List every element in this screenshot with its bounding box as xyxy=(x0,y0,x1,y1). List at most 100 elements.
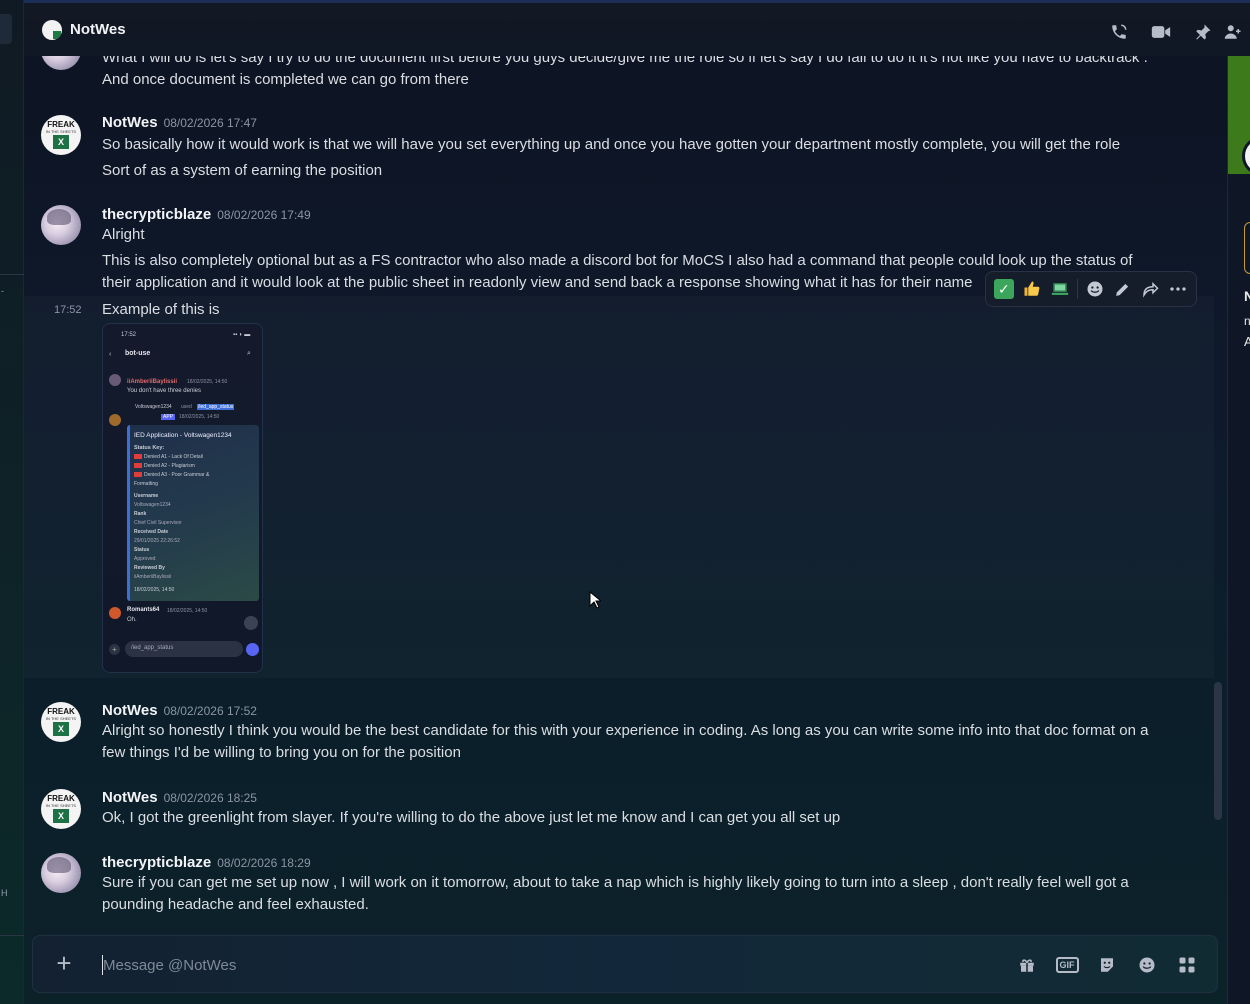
more-icon xyxy=(1170,287,1186,291)
embed-value: 29/01/2025 22:26:52 xyxy=(134,538,180,544)
avatar[interactable] xyxy=(41,205,81,245)
gift-icon[interactable] xyxy=(1007,953,1047,977)
message: thecrypticblaze 08/02/2026 18:29 Sure if … xyxy=(24,852,1214,924)
message-timestamp: 08/02/2026 18:29 xyxy=(217,856,311,870)
plus-icon: + xyxy=(109,644,120,655)
avatar[interactable]: FREAK IN THE SHEETS X xyxy=(41,702,81,742)
message: What I will do is let's say I try to do … xyxy=(24,56,1214,92)
embed-denied-line: Formatting xyxy=(134,481,158,487)
profile-badge[interactable] xyxy=(1244,222,1250,274)
back-icon: ‹ xyxy=(109,351,112,358)
profile-text-fragment: A xyxy=(1244,334,1250,349)
message-composer: + GIF xyxy=(32,935,1218,993)
add-reaction-button[interactable] xyxy=(1081,275,1109,303)
message: FREAK IN THE SHEETS X NotWes 08/02/2026 18:… xyxy=(24,787,1214,837)
avatar[interactable] xyxy=(41,853,81,893)
embed-label: Rank xyxy=(134,511,147,517)
command-chip: /ied_app_status xyxy=(197,404,235,410)
scrollbar[interactable] xyxy=(1214,682,1222,820)
message-author[interactable]: thecrypticblaze 08/02/2026 18:29 xyxy=(102,854,311,871)
bot-avatar xyxy=(109,414,121,426)
avatar xyxy=(109,607,121,619)
gif-label: GIF xyxy=(1055,957,1079,973)
embed-label: Status Key: xyxy=(134,445,165,451)
forward-icon xyxy=(1143,281,1159,298)
add-friends-icon[interactable] xyxy=(1224,21,1250,43)
thumbs-up-reaction-button[interactable] xyxy=(1018,275,1046,303)
sidebar-tab[interactable] xyxy=(0,14,12,44)
author-name[interactable]: NotWes xyxy=(102,789,158,806)
more-button[interactable] xyxy=(1164,275,1192,303)
message: FREAK IN THE SHEETS X NotWes 08/02/2026 17:… xyxy=(24,700,1214,770)
message-text: few things I'd be willing to bring you o… xyxy=(102,744,461,761)
author-name[interactable]: thecrypticblaze xyxy=(102,206,211,223)
embed-denied-line: Denied A1 - Lack Of Detail xyxy=(134,454,203,460)
bot-embed: IED Application - Voltswagen1234 Status … xyxy=(127,425,259,601)
avatar[interactable] xyxy=(41,56,81,70)
edit-button[interactable] xyxy=(1108,275,1136,303)
message-author[interactable]: NotWes 08/02/2026 17:52 xyxy=(102,702,257,719)
hover-timestamp: 17:52 xyxy=(54,304,82,316)
video-camera-icon[interactable] xyxy=(1140,21,1182,43)
dm-header: NotWes xyxy=(24,0,1250,56)
forward-button[interactable] xyxy=(1136,275,1164,303)
embed-footer: 18/02/2025, 14:50 xyxy=(134,587,175,593)
sidebar-mark: - xyxy=(1,286,4,296)
check-reaction-button[interactable]: ✓ xyxy=(990,275,1018,303)
message-text: Alright so honestly I think you would be… xyxy=(102,722,1149,739)
sticker-icon[interactable] xyxy=(1087,953,1127,977)
embed-denied-line: Denied A3 - Poor Grammar & xyxy=(134,472,209,478)
toolbar-divider xyxy=(1076,279,1078,299)
header-avatar[interactable] xyxy=(42,19,62,40)
embed-text: used xyxy=(181,404,192,410)
message-timestamp: 08/02/2026 17:49 xyxy=(217,208,311,222)
scroll-down-icon xyxy=(244,616,258,630)
message-timestamp: 08/02/2026 17:52 xyxy=(163,704,257,718)
emoji-icon[interactable] xyxy=(1127,953,1167,977)
embed-text: You don't have three denies xyxy=(127,388,201,394)
embed-title: IED Application - Voltswagen1234 xyxy=(134,432,232,439)
message-author[interactable]: NotWes 08/02/2026 17:47 xyxy=(102,114,257,131)
author-name[interactable]: NotWes xyxy=(102,114,158,131)
phone-call-icon[interactable] xyxy=(1098,21,1140,43)
check-icon: ✓ xyxy=(993,279,1014,299)
avatar[interactable]: FREAK IN THE SHEETS X xyxy=(41,789,81,829)
embed-value: Approved xyxy=(134,556,156,562)
message-text: Alright xyxy=(102,226,145,243)
embed-username: iiAmberiiBaylissii xyxy=(127,379,178,385)
message-text: What I will do is let's say I try to do … xyxy=(102,56,1148,66)
message-author[interactable]: NotWes 08/02/2026 18:25 xyxy=(102,789,257,806)
image-attachment[interactable]: 17:52 ▪▪ ◗ ▬ ‹ bot-use ⌕ iiAmberiiBaylis… xyxy=(102,323,263,673)
sidebar-mark: H xyxy=(1,888,8,898)
profile-text-fragment: n xyxy=(1244,314,1250,328)
embed-label: Status xyxy=(134,547,150,553)
embed-denied-line: Denied A2 - Plagiarism xyxy=(134,463,195,469)
embed-value: Voltswagen1234 xyxy=(134,502,171,508)
embed-time: 18/02/2025, 14:50 xyxy=(167,608,208,614)
embed-username: Voltswagen1234 xyxy=(135,404,172,410)
channel-name: bot-use xyxy=(125,350,151,357)
avatar[interactable]: FREAK IN THE SHEETS X xyxy=(41,115,81,155)
dm-title[interactable]: NotWes xyxy=(70,21,126,38)
phone-status-time: 17:52 xyxy=(121,332,137,338)
computer-reaction-button[interactable] xyxy=(1046,275,1074,303)
divider xyxy=(0,935,24,936)
computer-icon xyxy=(1051,283,1068,295)
embed-username: Romants64 xyxy=(127,607,160,613)
gif-icon[interactable]: GIF xyxy=(1047,953,1087,977)
message-text: So basically how it would work is that w… xyxy=(102,136,1121,153)
apps-icon[interactable] xyxy=(1167,953,1207,977)
author-name[interactable]: thecrypticblaze xyxy=(102,854,211,871)
message-author[interactable]: thecrypticblaze 08/02/2026 17:49 xyxy=(102,206,311,223)
message: FREAK IN THE SHEETS X NotWes 08/02/2026 17:… xyxy=(24,112,1214,188)
embed-label: Username xyxy=(134,493,159,499)
embed-label: Received Date xyxy=(134,529,169,535)
app-badge: APP xyxy=(161,414,176,420)
pin-icon[interactable] xyxy=(1182,21,1224,43)
message-input[interactable] xyxy=(103,950,983,980)
attach-plus-icon[interactable]: + xyxy=(53,950,75,976)
mouse-pointer-icon xyxy=(589,591,601,609)
author-name[interactable]: NotWes xyxy=(102,702,158,719)
message-timestamp: 08/02/2026 17:47 xyxy=(163,116,257,130)
message-text: Sure if you can get me set up now , I wi… xyxy=(102,874,1129,891)
